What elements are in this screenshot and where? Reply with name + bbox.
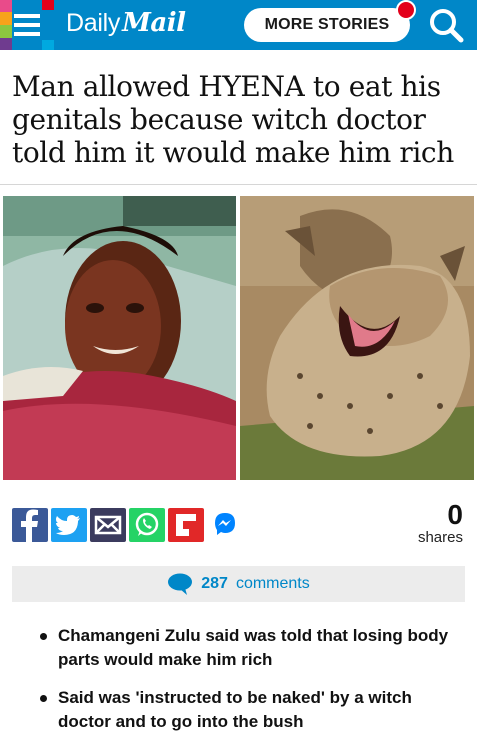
share-count-label: shares — [417, 529, 463, 546]
article-headline: Man allowed HYENA to eat his genitals be… — [12, 70, 454, 169]
daily-mail-logo[interactable]: Daily Mail — [66, 8, 186, 42]
whatsapp-icon — [135, 512, 159, 536]
logo-mail: Mail — [122, 8, 186, 38]
search-button[interactable] — [424, 4, 468, 46]
summary-bullet: Chamangeni Zulu said was told that losin… — [40, 624, 468, 672]
menu-button[interactable] — [0, 0, 54, 50]
facebook-icon — [21, 509, 38, 542]
hyenas-photo[interactable] — [240, 196, 474, 480]
hamburger-menu-icon — [0, 0, 54, 50]
notification-dot — [396, 0, 416, 20]
speech-bubble-icon — [168, 573, 193, 595]
twitter-icon — [56, 515, 80, 535]
share-buttons — [12, 508, 243, 542]
twitter-share-button[interactable] — [51, 508, 87, 542]
messenger-share-button[interactable] — [207, 508, 243, 542]
search-icon — [430, 9, 464, 43]
logo-daily: Daily — [66, 9, 121, 37]
top-bar: Daily Mail MORE STORIES — [0, 0, 477, 50]
comments-button[interactable]: 287 comments — [12, 566, 465, 602]
comments-label: comments — [235, 575, 310, 592]
messenger-icon — [215, 513, 235, 535]
share-count: 0 shares — [418, 500, 463, 546]
facebook-share-button[interactable] — [12, 508, 48, 542]
article-summary-bullets: Chamangeni Zulu said was told that losin… — [40, 624, 468, 748]
flipboard-share-button[interactable] — [168, 508, 204, 542]
comments-count: 287 — [201, 575, 228, 592]
more-stories-button[interactable]: MORE STORIES — [244, 8, 410, 42]
flipboard-icon — [176, 514, 196, 536]
email-share-button[interactable] — [90, 508, 126, 542]
summary-bullet: Said was 'instructed to be naked' by a w… — [40, 686, 468, 734]
headline-divider — [0, 184, 477, 185]
email-icon — [94, 515, 122, 535]
man-in-hospital-bed-photo[interactable] — [3, 196, 236, 480]
share-count-number: 0 — [447, 499, 463, 530]
whatsapp-share-button[interactable] — [129, 508, 165, 542]
